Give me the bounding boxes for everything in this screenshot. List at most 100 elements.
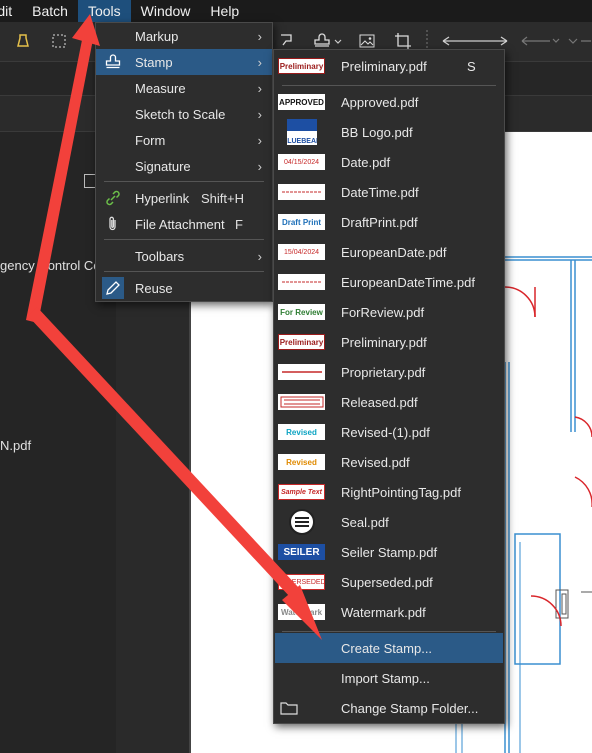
shortcut-label: S <box>467 58 476 74</box>
stamp-item-date[interactable]: 04/15/2024 Date.pdf <box>275 147 503 177</box>
menu-help[interactable]: Help <box>200 0 249 22</box>
stamp-label: Approved.pdf <box>341 94 419 110</box>
menu-item-hyperlink[interactable]: Hyperlink Shift+H <box>96 185 272 211</box>
stamp-label: Seal.pdf <box>341 514 389 530</box>
menu-separator <box>104 181 264 182</box>
arrow-line-icon[interactable] <box>520 31 560 51</box>
stamp-item-datetime[interactable]: DateTime.pdf <box>275 177 503 207</box>
stamp-thumbnail <box>278 184 325 200</box>
menu-batch[interactable]: Batch <box>22 0 78 22</box>
menu-item-measure[interactable]: Measure › <box>96 75 272 101</box>
menu-item-label: File Attachment <box>135 216 225 232</box>
menu-item-signature[interactable]: Signature › <box>96 153 272 179</box>
stamp-label: Preliminary.pdf <box>341 58 427 74</box>
stamp-thumbnail: Watermark <box>278 604 325 620</box>
menu-item-label: Stamp <box>135 54 173 70</box>
chevron-down-icon[interactable] <box>566 31 592 51</box>
create-stamp-item[interactable]: Create Stamp... <box>275 633 503 663</box>
stamp-item-europeandatetime[interactable]: EuropeanDateTime.pdf <box>275 267 503 297</box>
stamp-label: DraftPrint.pdf <box>341 214 418 230</box>
callout-icon[interactable] <box>276 31 298 51</box>
image-icon[interactable] <box>356 31 378 51</box>
menu-item-toolbars[interactable]: Toolbars › <box>96 243 272 269</box>
menu-item-markup[interactable]: Markup › <box>96 23 272 49</box>
stamp-item-rightpointingtag[interactable]: Sample Text RightPointingTag.pdf <box>275 477 503 507</box>
stamp-thumbnail <box>278 394 325 410</box>
stamp-icon <box>102 51 124 73</box>
chevron-right-icon: › <box>257 248 262 264</box>
menu-item-reuse[interactable]: Reuse <box>96 275 272 301</box>
stamp-tool-icon[interactable] <box>312 31 346 51</box>
menu-edit[interactable]: Edit <box>0 0 22 22</box>
stamp-thumbnail: BLUEBEAM <box>287 119 317 145</box>
menu-window[interactable]: Window <box>131 0 201 22</box>
folder-icon <box>280 699 300 717</box>
import-stamp-item[interactable]: Import Stamp... <box>275 663 503 693</box>
stamp-item-preliminary[interactable]: Preliminary Preliminary.pdf <box>275 327 503 357</box>
menu-item-form[interactable]: Form › <box>96 127 272 153</box>
chevron-right-icon: › <box>257 132 262 148</box>
stamp-thumbnail: Preliminary <box>278 58 325 74</box>
menu-item-label: Toolbars <box>135 248 185 264</box>
menu-item-label: Reuse <box>135 280 173 296</box>
tools-menu: Markup › Stamp › Measure › Sketch to Sca… <box>95 22 273 302</box>
menu-item-label: Markup <box>135 28 179 44</box>
stamp-thumbnail: SUPERSEDED <box>278 574 325 590</box>
stamp-label: Import Stamp... <box>341 670 430 686</box>
stamp-label: Preliminary.pdf <box>341 334 427 350</box>
file-name-line[interactable]: N.pdf <box>0 438 31 453</box>
stamp-item-proprietary[interactable]: Proprietary.pdf <box>275 357 503 387</box>
stamp-label: Change Stamp Folder... <box>341 700 479 716</box>
stamp-thumbnail <box>278 274 325 290</box>
stamp-item-revised-1[interactable]: Revised Revised-(1).pdf <box>275 417 503 447</box>
stamp-label: Released.pdf <box>341 394 418 410</box>
stamp-item-revised[interactable]: Revised Revised.pdf <box>275 447 503 477</box>
highlight-icon[interactable] <box>12 31 34 51</box>
stamp-item-watermark[interactable]: Watermark Watermark.pdf <box>275 597 503 627</box>
chevron-right-icon: › <box>257 54 262 70</box>
stamp-label: Date.pdf <box>341 154 391 170</box>
stamp-thumbnail: Revised <box>278 424 325 440</box>
stamp-label: Revised.pdf <box>341 454 410 470</box>
menu-separator <box>104 239 264 240</box>
stamp-label: EuropeanDateTime.pdf <box>341 274 475 290</box>
crop-icon[interactable] <box>392 31 414 51</box>
stamp-item-europeandate[interactable]: 15/04/2024 EuropeanDate.pdf <box>275 237 503 267</box>
stamp-label: BB Logo.pdf <box>341 124 413 140</box>
menu-item-file-attachment[interactable]: File Attachment F <box>96 211 272 237</box>
menu-item-sketch-to-scale[interactable]: Sketch to Scale › <box>96 101 272 127</box>
stamp-thumbnail: APPROVED <box>278 94 325 110</box>
change-stamp-folder-item[interactable]: Change Stamp Folder... <box>275 693 503 723</box>
menu-separator <box>282 631 496 632</box>
stamp-thumbnail <box>278 364 325 380</box>
stamp-thumbnail: Revised <box>278 454 325 470</box>
menu-separator <box>104 271 264 272</box>
stamp-item-seiler-stamp[interactable]: SEILER Seiler Stamp.pdf <box>275 537 503 567</box>
stamp-item-seal[interactable]: Seal.pdf <box>275 507 503 537</box>
reuse-icon <box>102 277 124 299</box>
stamp-item-released[interactable]: Released.pdf <box>275 387 503 417</box>
dimension-icon[interactable] <box>440 31 510 51</box>
stamp-item-superseded[interactable]: SUPERSEDED Superseded.pdf <box>275 567 503 597</box>
stamp-thumbnail: 04/15/2024 <box>278 154 325 170</box>
stamp-label: Seiler Stamp.pdf <box>341 544 438 560</box>
stamp-item-approved[interactable]: APPROVED Approved.pdf <box>275 87 503 117</box>
stamp-item-forreview[interactable]: For Review ForReview.pdf <box>275 297 503 327</box>
stamp-item-draftprint[interactable]: Draft Print DraftPrint.pdf <box>275 207 503 237</box>
menu-item-label: Form <box>135 132 166 148</box>
menu-item-stamp[interactable]: Stamp › <box>96 49 272 75</box>
stamp-label: Superseded.pdf <box>341 574 433 590</box>
menu-tools[interactable]: Tools <box>77 0 131 22</box>
shortcut-label: Shift+H <box>201 190 244 206</box>
stamp-label: ForReview.pdf <box>341 304 425 320</box>
seal-icon <box>289 509 315 535</box>
stamp-label: Revised-(1).pdf <box>341 424 430 440</box>
stamp-thumbnail: Sample Text <box>278 484 325 500</box>
chevron-right-icon: › <box>257 158 262 174</box>
stamp-thumbnail: Draft Print <box>278 214 325 230</box>
stamp-label: Create Stamp... <box>341 640 433 656</box>
stamp-item-preliminary-default[interactable]: Preliminary Preliminary.pdf S <box>275 51 503 81</box>
rectangle-select-icon[interactable] <box>48 31 70 51</box>
menu-item-label: Hyperlink <box>135 190 190 206</box>
stamp-item-bb-logo[interactable]: BLUEBEAM BB Logo.pdf <box>275 117 503 147</box>
